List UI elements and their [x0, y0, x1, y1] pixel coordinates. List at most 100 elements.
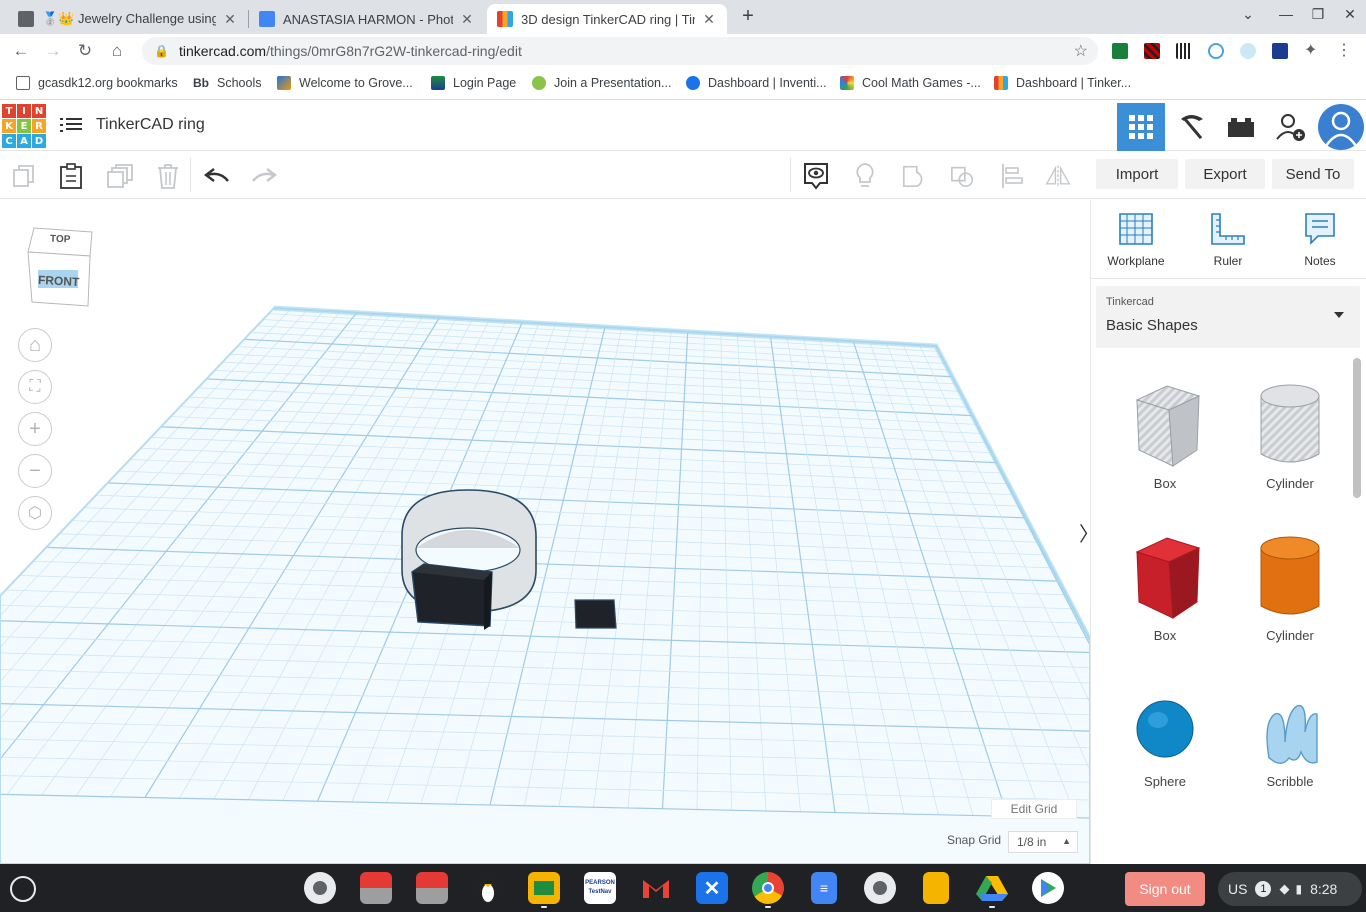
camera-app-icon[interactable] — [864, 872, 896, 904]
bookmark-coolmath[interactable]: Cool Math Games -... — [840, 76, 981, 90]
app-icon[interactable] — [416, 872, 448, 904]
invite-user-icon[interactable] — [1267, 103, 1315, 151]
bricks-icon[interactable] — [1217, 103, 1265, 151]
bookmark-star-icon[interactable]: ☆ — [1074, 41, 1088, 61]
bookmark-inventi[interactable]: Dashboard | Inventi... — [686, 76, 827, 90]
sheets-extension-icon[interactable] — [1112, 43, 1128, 59]
edit-grid-button[interactable]: Edit Grid — [991, 799, 1077, 819]
reload-icon[interactable]: ↻ — [74, 40, 96, 62]
small-black-box[interactable] — [574, 599, 617, 629]
shape-box-hole[interactable]: Box — [1115, 380, 1215, 491]
bookmark-tinker[interactable]: Dashboard | Tinker... — [994, 76, 1131, 90]
drive-icon[interactable] — [976, 872, 1008, 904]
browser-tab-tinkercad[interactable]: 3D design TinkerCAD ring | Tinke ✕ — [487, 4, 727, 34]
docs-app-icon[interactable]: ≡ — [811, 872, 837, 904]
undo-icon[interactable] — [204, 163, 230, 189]
mirror-icon[interactable] — [1045, 163, 1071, 189]
align-icon[interactable] — [999, 163, 1025, 189]
copy-icon[interactable] — [11, 163, 37, 189]
pickaxe-icon[interactable] — [1167, 103, 1215, 151]
extension-icon[interactable] — [1208, 43, 1224, 59]
bookmark-label: gcasdk12.org bookmarks — [38, 76, 178, 90]
chrome-icon[interactable] — [752, 872, 784, 904]
tinkercad-logo[interactable]: T I N K E R C A D — [2, 104, 46, 148]
bookmark-schools[interactable]: Bb Schools — [193, 76, 261, 90]
redo-icon[interactable] — [251, 163, 277, 189]
back-icon[interactable]: ← — [10, 40, 32, 62]
play-store-icon[interactable] — [1032, 872, 1064, 904]
close-window-icon[interactable]: ✕ — [1338, 6, 1362, 23]
new-tab-icon[interactable]: + — [738, 6, 758, 26]
minimize-icon[interactable]: — — [1274, 6, 1298, 22]
classroom-app-icon[interactable] — [528, 872, 560, 904]
testnav-app-icon[interactable]: PEARSON TestNav — [584, 872, 616, 904]
chrome-menu-icon[interactable]: ⋮ — [1336, 43, 1352, 59]
export-button[interactable]: Export — [1185, 159, 1265, 189]
home-view-icon[interactable]: ⌂ — [18, 328, 52, 362]
app-icon[interactable]: ✕ — [696, 872, 728, 904]
lightbulb-icon[interactable] — [852, 163, 878, 189]
workplane-grid[interactable] — [0, 200, 1090, 864]
shape-box-solid[interactable]: Box — [1115, 532, 1215, 643]
ruler-tool[interactable]: Ruler — [1193, 212, 1263, 268]
bookmark-presentation[interactable]: Join a Presentation... — [532, 76, 671, 90]
extension-icon[interactable] — [1144, 43, 1160, 59]
forward-icon[interactable]: → — [42, 40, 64, 62]
app-icon[interactable] — [360, 872, 392, 904]
url-host: tinkercad.com — [178, 43, 267, 59]
sign-out-button[interactable]: Sign out — [1125, 872, 1205, 906]
design-title[interactable]: TinkerCAD ring — [96, 116, 205, 134]
close-tab-icon[interactable]: ✕ — [222, 11, 238, 28]
3d-workplane-viewport[interactable] — [0, 200, 1090, 864]
browser-tab-jewelry[interactable]: 🥈👑 Jewelry Challenge using T ✕ — [8, 4, 248, 34]
import-button[interactable]: Import — [1096, 159, 1178, 189]
shape-cylinder-solid[interactable]: Cylinder — [1240, 532, 1340, 643]
shape-cylinder-hole[interactable]: Cylinder — [1240, 380, 1340, 491]
paste-icon[interactable] — [58, 163, 84, 189]
restore-icon[interactable]: ❐ — [1306, 6, 1330, 23]
blackboard-icon: Bb — [193, 76, 209, 90]
close-tab-icon[interactable]: ✕ — [459, 11, 475, 28]
address-bar[interactable]: 🔒 tinkercad.com/things/0mrG8n7rG2W-tinke… — [142, 37, 1098, 65]
ring-gem-box[interactable] — [411, 563, 493, 630]
duplicate-icon[interactable] — [107, 163, 133, 189]
perspective-cube-icon[interactable]: ⬡ — [18, 496, 52, 530]
bookmark-folder[interactable]: gcasdk12.org bookmarks — [16, 76, 178, 90]
slides-app-icon[interactable] — [923, 872, 949, 904]
3d-design-grid-icon[interactable] — [1117, 103, 1165, 151]
fit-view-icon[interactable]: ⛶ — [18, 370, 52, 404]
bookmark-login[interactable]: Login Page — [431, 76, 516, 90]
extension-icon[interactable] — [1272, 43, 1288, 59]
extensions-puzzle-icon[interactable]: ✦ — [1304, 43, 1320, 59]
zoom-out-icon[interactable]: − — [18, 454, 52, 488]
send-to-button[interactable]: Send To — [1272, 159, 1354, 189]
user-avatar[interactable] — [1318, 104, 1364, 150]
dropdown-caret-icon — [1334, 312, 1344, 318]
show-all-eye-icon[interactable] — [803, 163, 829, 190]
bookmark-grove[interactable]: Welcome to Grove... — [277, 76, 413, 90]
browser-tab-photo[interactable]: ANASTASIA HARMON - Photo Do ✕ — [249, 4, 485, 34]
zoom-in-icon[interactable]: + — [18, 412, 52, 446]
qr-code-icon[interactable] — [1176, 43, 1192, 59]
shape-library-select[interactable]: Tinkercad Basic Shapes — [1096, 286, 1360, 348]
view-cube[interactable]: TOP FRONT — [26, 222, 94, 308]
ungroup-icon[interactable] — [950, 163, 976, 189]
group-icon[interactable] — [901, 163, 927, 189]
extension-icon[interactable] — [1240, 43, 1256, 59]
status-tray[interactable]: US 1 ◆ ▮ 8:28 — [1218, 872, 1362, 906]
gmail-icon[interactable] — [640, 872, 672, 904]
panel-scrollbar[interactable] — [1353, 358, 1361, 498]
shape-sphere[interactable]: Sphere — [1115, 692, 1215, 789]
camera-app-icon[interactable] — [304, 872, 336, 904]
shape-scribble[interactable]: Scribble — [1240, 692, 1340, 789]
notes-tool[interactable]: Notes — [1285, 212, 1355, 268]
workplane-tool[interactable]: Workplane — [1101, 212, 1171, 268]
penguin-app-icon[interactable] — [472, 872, 504, 904]
snap-grid-select[interactable]: 1/8 in ▲ — [1008, 831, 1078, 853]
close-tab-icon[interactable]: ✕ — [701, 11, 717, 28]
tab-search-icon[interactable]: ⌄ — [1236, 6, 1260, 23]
home-icon[interactable]: ⌂ — [106, 40, 128, 62]
delete-icon[interactable] — [155, 163, 181, 189]
launcher-icon[interactable] — [10, 876, 36, 902]
design-list-icon[interactable] — [60, 115, 82, 135]
